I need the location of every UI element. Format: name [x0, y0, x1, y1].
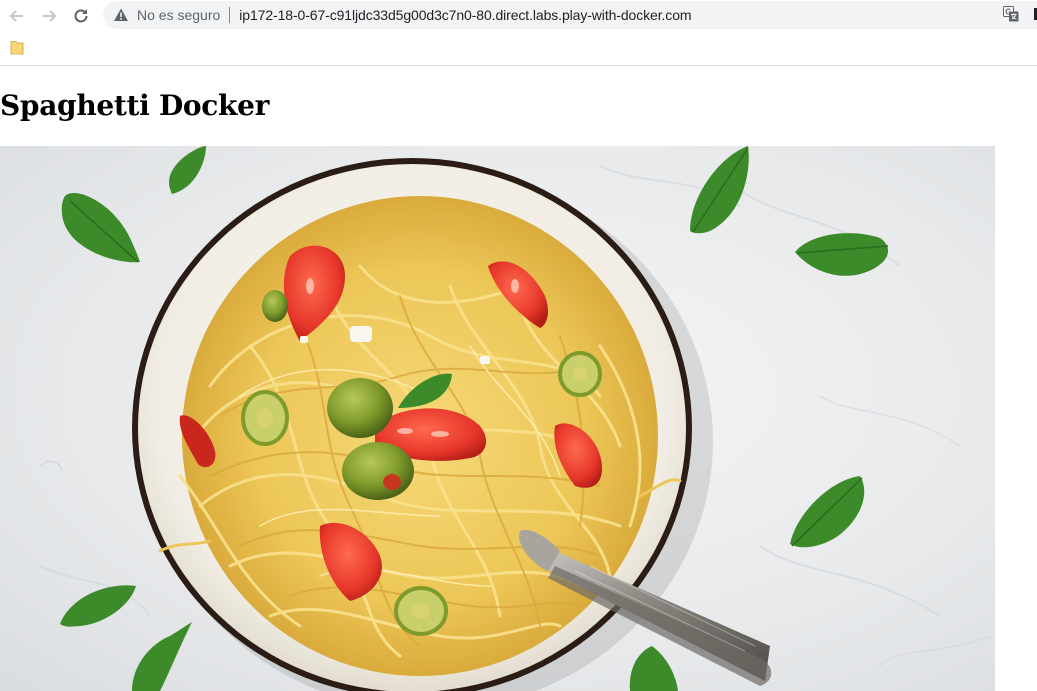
omnibox-divider	[229, 7, 231, 23]
url-text[interactable]: ip172-18-0-67-c91ljdc33d5g00d3c7n0-80.di…	[239, 7, 691, 23]
translate-icon[interactable]: G	[1003, 6, 1019, 22]
address-bar[interactable]: No es seguro ip172-18-0-67-c91ljdc33d5g0…	[103, 1, 1037, 29]
warning-triangle-icon[interactable]	[113, 7, 129, 23]
forward-button[interactable]	[37, 4, 61, 28]
browser-toolbar: No es seguro ip172-18-0-67-c91ljdc33d5g0…	[0, 0, 1037, 66]
reload-button[interactable]	[69, 4, 93, 28]
page-title: Spaghetti Docker	[0, 89, 270, 122]
reload-icon	[74, 9, 88, 23]
back-button[interactable]	[5, 4, 29, 28]
green-olive	[342, 442, 414, 500]
green-olive	[327, 378, 393, 438]
spaghetti-image	[0, 146, 995, 691]
folder-icon[interactable]	[10, 39, 24, 55]
green-olive	[262, 290, 288, 322]
arrow-right-icon	[43, 10, 57, 22]
bookmarks-bar	[0, 34, 1037, 60]
security-label[interactable]: No es seguro	[137, 7, 220, 23]
arrow-left-icon	[9, 10, 23, 22]
